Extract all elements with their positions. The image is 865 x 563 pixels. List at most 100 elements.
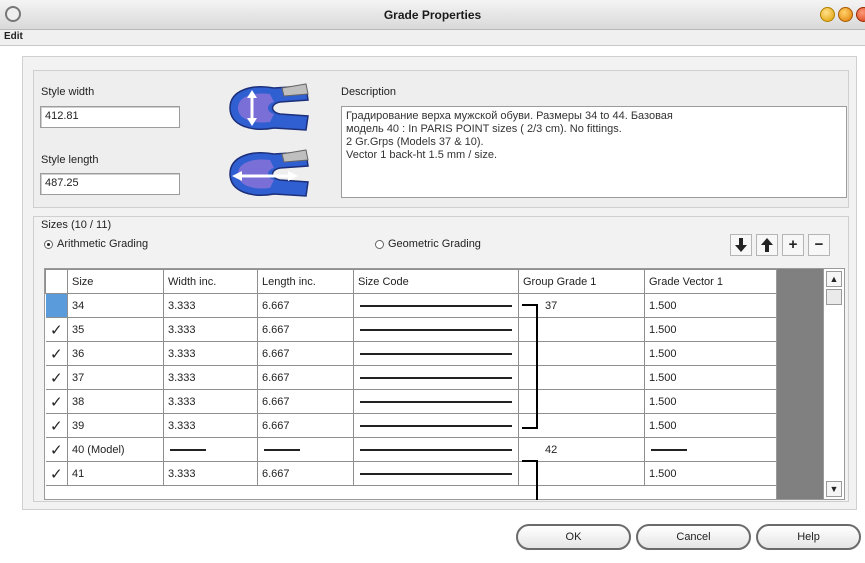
group-bracket-line <box>536 460 538 500</box>
cell-width-inc[interactable]: 3.333 <box>163 365 258 390</box>
cell-length-inc[interactable] <box>257 437 354 462</box>
group-bracket-line <box>536 304 538 428</box>
header-size-code[interactable]: Size Code <box>353 269 519 294</box>
cell-width-inc[interactable] <box>163 437 258 462</box>
radio-geometric-grading[interactable]: Geometric Grading <box>375 238 481 250</box>
cell-size[interactable]: 34 <box>67 293 164 318</box>
scroll-thumb[interactable] <box>826 289 842 305</box>
group-grade-value: 42 <box>545 443 558 456</box>
shoe-width-icon <box>229 83 309 131</box>
row-check[interactable] <box>45 293 68 318</box>
header-width-inc[interactable]: Width inc. <box>163 269 258 294</box>
cell-size-code[interactable] <box>353 437 519 462</box>
cell-grade-vector[interactable] <box>644 437 776 462</box>
cell-width-inc[interactable]: 3.333 <box>163 293 258 318</box>
cell-length-inc[interactable]: 6.667 <box>257 365 354 390</box>
add-size-button[interactable]: + <box>782 234 804 256</box>
empty-vector-line <box>651 448 687 451</box>
cell-size-code[interactable] <box>353 461 519 486</box>
cell-length-inc[interactable]: 6.667 <box>257 341 354 366</box>
cell-grade-vector[interactable]: 1.500 <box>644 365 776 390</box>
move-up-button[interactable] <box>756 234 778 256</box>
header-grade-vector-1[interactable]: Grade Vector 1 <box>644 269 776 294</box>
cell-width-inc[interactable]: 3.333 <box>163 389 258 414</box>
table-row[interactable]: ✓ 38 3.333 6.667 1.500 <box>45 389 776 414</box>
minimize-button[interactable] <box>820 7 835 22</box>
row-check[interactable]: ✓ <box>45 365 68 390</box>
cell-width-inc[interactable]: 3.333 <box>163 461 258 486</box>
cell-width-inc[interactable]: 3.333 <box>163 341 258 366</box>
radio-arithmetic-grading[interactable]: Arithmetic Grading <box>44 238 148 250</box>
table-row[interactable]: ✓ 41 3.333 6.667 1.500 <box>45 461 776 486</box>
table-row[interactable]: ✓ 40 (Model) 42 <box>45 437 776 462</box>
minus-icon: − <box>814 236 824 253</box>
table-row[interactable]: ✓ 36 3.333 6.667 1.500 <box>45 341 776 366</box>
table-row[interactable]: ✓ 37 3.333 6.667 1.500 <box>45 365 776 390</box>
cell-width-inc[interactable]: 3.333 <box>163 413 258 438</box>
description-textarea[interactable]: Градирование верха мужской обуви. Размер… <box>341 106 847 198</box>
table-row[interactable]: ✓ 39 3.333 6.667 1.500 <box>45 413 776 438</box>
cell-length-inc[interactable]: 6.667 <box>257 461 354 486</box>
cell-grade-vector[interactable]: 1.500 <box>644 413 776 438</box>
style-length-input[interactable]: 487.25 <box>40 173 180 195</box>
cell-length-inc[interactable]: 6.667 <box>257 389 354 414</box>
move-down-button[interactable] <box>730 234 752 256</box>
cell-grade-vector[interactable]: 1.500 <box>644 293 776 318</box>
cell-grade-vector[interactable]: 1.500 <box>644 389 776 414</box>
cancel-button[interactable]: Cancel <box>636 524 751 550</box>
cell-length-inc[interactable]: 6.667 <box>257 413 354 438</box>
cell-size-code[interactable] <box>353 293 519 318</box>
cell-grade-vector[interactable]: 1.500 <box>644 341 776 366</box>
row-check[interactable]: ✓ <box>45 461 68 486</box>
cell-size[interactable]: 36 <box>67 341 164 366</box>
arrow-down-icon <box>735 238 747 252</box>
cell-size[interactable]: 35 <box>67 317 164 342</box>
table-row[interactable]: ✓ 35 3.333 6.667 1.500 <box>45 317 776 342</box>
radio-arithmetic-label: Arithmetic Grading <box>57 238 149 250</box>
cell-length-inc[interactable]: 6.667 <box>257 317 354 342</box>
remove-size-button[interactable]: − <box>808 234 830 256</box>
help-button[interactable]: Help <box>756 524 861 550</box>
cell-length-inc[interactable]: 6.667 <box>257 293 354 318</box>
header-group-grade-1[interactable]: Group Grade 1 <box>518 269 645 294</box>
empty-code-line <box>360 376 512 379</box>
row-check[interactable]: ✓ <box>45 437 68 462</box>
maximize-button[interactable] <box>838 7 853 22</box>
cell-width-inc[interactable]: 3.333 <box>163 317 258 342</box>
description-line: 2 Gr.Grps (Models 37 & 10). <box>346 136 484 148</box>
scroll-down-icon[interactable]: ▼ <box>826 481 842 497</box>
table-scrollbar[interactable]: ▲ ▼ <box>823 268 845 500</box>
group-bracket-top-arrow <box>522 304 536 306</box>
cell-size[interactable]: 38 <box>67 389 164 414</box>
cell-size-code[interactable] <box>353 365 519 390</box>
shoe-length-icon <box>229 149 309 197</box>
cell-size-code[interactable] <box>353 317 519 342</box>
close-button[interactable] <box>856 7 865 22</box>
cell-size[interactable]: 40 (Model) <box>67 437 164 462</box>
cell-group-grade[interactable]: 42 <box>518 437 645 462</box>
scroll-up-icon[interactable]: ▲ <box>826 271 842 287</box>
style-length-label: Style length <box>41 154 99 166</box>
cell-grade-vector[interactable]: 1.500 <box>644 317 776 342</box>
row-check[interactable]: ✓ <box>45 389 68 414</box>
cell-size-code[interactable] <box>353 413 519 438</box>
ok-button[interactable]: OK <box>516 524 631 550</box>
cell-size-code[interactable] <box>353 389 519 414</box>
cell-grade-vector[interactable]: 1.500 <box>644 461 776 486</box>
cell-size-code[interactable] <box>353 341 519 366</box>
header-check <box>45 269 68 294</box>
cell-size[interactable]: 41 <box>67 461 164 486</box>
row-check[interactable]: ✓ <box>45 341 68 366</box>
radio-dot <box>375 239 384 249</box>
menu-edit[interactable]: Edit <box>4 31 23 42</box>
cell-size[interactable]: 37 <box>67 365 164 390</box>
row-check[interactable]: ✓ <box>45 413 68 438</box>
header-size[interactable]: Size <box>67 269 164 294</box>
table-empty-area <box>777 268 823 500</box>
description-line: Vector 1 back-ht 1.5 mm / size. <box>346 149 498 161</box>
table-row[interactable]: 34 3.333 6.667 37 1.500 <box>45 293 776 318</box>
row-check[interactable]: ✓ <box>45 317 68 342</box>
style-width-input[interactable]: 412.81 <box>40 106 180 128</box>
cell-size[interactable]: 39 <box>67 413 164 438</box>
header-length-inc[interactable]: Length inc. <box>257 269 354 294</box>
